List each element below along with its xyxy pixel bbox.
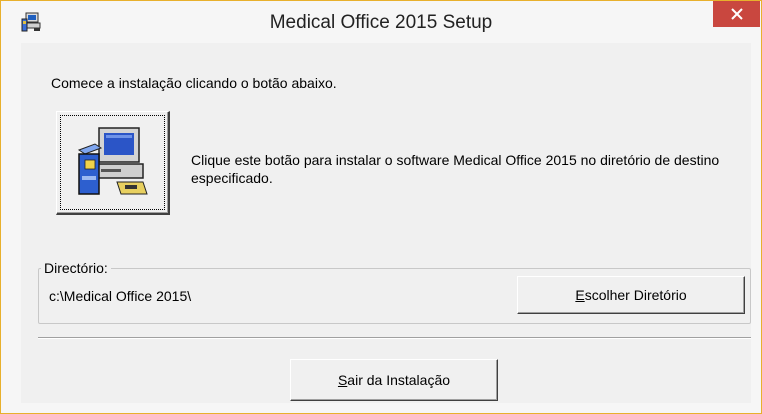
directory-path: c:\Medical Office 2015\ bbox=[49, 288, 192, 304]
exit-setup-button[interactable]: Sair da Instalação bbox=[290, 359, 498, 401]
title-bar: Medical Office 2015 Setup bbox=[1, 1, 761, 43]
computer-setup-icon bbox=[77, 127, 148, 195]
directory-label: Directório: bbox=[41, 260, 111, 276]
close-icon bbox=[730, 8, 743, 20]
choose-directory-button[interactable]: Escolher Diretório bbox=[517, 276, 745, 314]
intro-text: Comece a instalação clicando o botão aba… bbox=[51, 75, 337, 91]
client-area: Comece a instalação clicando o botão aba… bbox=[21, 43, 751, 403]
close-button[interactable] bbox=[713, 1, 760, 27]
install-description: Clique este botão para instalar o softwa… bbox=[191, 152, 720, 186]
separator bbox=[38, 337, 751, 339]
window-title: Medical Office 2015 Setup bbox=[269, 12, 493, 33]
exit-setup-mnemonic: S bbox=[337, 372, 348, 388]
setup-window: Medical Office 2015 Setup Comece a insta… bbox=[0, 0, 762, 414]
choose-directory-mnemonic: E bbox=[575, 287, 585, 303]
choose-directory-label: scolher Diretório bbox=[584, 287, 687, 303]
install-button[interactable] bbox=[56, 111, 170, 215]
exit-setup-label: air da Instalação bbox=[347, 372, 451, 388]
